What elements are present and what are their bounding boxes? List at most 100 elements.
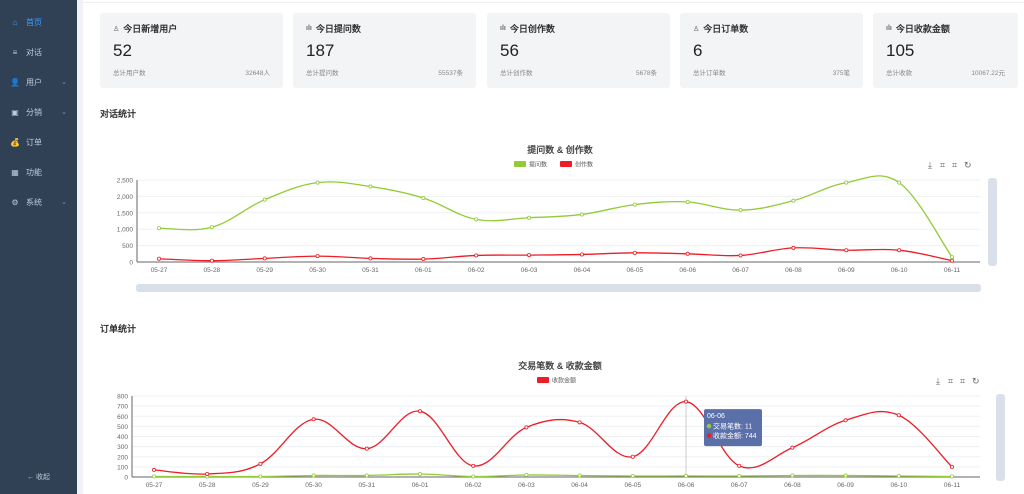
data-point[interactable] bbox=[364, 446, 369, 451]
data-point[interactable] bbox=[527, 215, 532, 220]
data-point[interactable] bbox=[579, 252, 584, 257]
sidebar-item-4[interactable]: 💰 订单 bbox=[0, 128, 77, 156]
data-point[interactable] bbox=[791, 245, 796, 250]
zoom-icon[interactable]: ⌗ bbox=[940, 160, 945, 170]
legend-label[interactable]: 收款金额 bbox=[552, 377, 576, 385]
data-point[interactable] bbox=[791, 198, 796, 203]
data-point[interactable] bbox=[843, 418, 848, 423]
data-point[interactable] bbox=[897, 180, 902, 185]
data-point[interactable] bbox=[685, 251, 690, 256]
data-point[interactable] bbox=[737, 473, 742, 478]
x-tick-label: 05-29 bbox=[252, 482, 269, 489]
restore-icon[interactable]: ↻ bbox=[972, 376, 980, 386]
data-point[interactable] bbox=[737, 463, 742, 468]
data-point[interactable] bbox=[524, 425, 529, 430]
data-point[interactable] bbox=[738, 208, 743, 213]
legend-label[interactable]: 创作数 bbox=[575, 161, 593, 169]
data-point[interactable] bbox=[524, 472, 529, 477]
data-point[interactable] bbox=[738, 253, 743, 258]
data-point[interactable] bbox=[950, 474, 955, 479]
legend-swatch[interactable] bbox=[560, 161, 572, 167]
data-point[interactable] bbox=[844, 180, 849, 185]
data-point[interactable] bbox=[684, 399, 689, 404]
legend-swatch[interactable] bbox=[537, 377, 549, 383]
data-point[interactable] bbox=[630, 473, 635, 478]
collapse-sidebar-button[interactable]: ← 收起 bbox=[0, 472, 77, 482]
tooltip-line: 收款金额: 744 bbox=[713, 431, 757, 440]
download-icon[interactable]: ⤓ bbox=[936, 376, 940, 386]
stat-card: ılı 今日提问数 187 总计提问数 55537条 bbox=[293, 13, 476, 88]
card-footer-label: 总计用户数 bbox=[113, 70, 146, 77]
data-point[interactable] bbox=[157, 226, 162, 231]
data-point[interactable] bbox=[368, 256, 373, 261]
data-point[interactable] bbox=[897, 248, 902, 253]
data-point[interactable] bbox=[896, 473, 901, 478]
data-point[interactable] bbox=[152, 467, 157, 472]
data-point[interactable] bbox=[421, 257, 426, 262]
data-point[interactable] bbox=[311, 473, 316, 478]
data-point[interactable] bbox=[790, 473, 795, 478]
data-point[interactable] bbox=[950, 255, 955, 260]
vertical-datazoom-slider[interactable] bbox=[988, 178, 997, 266]
data-point[interactable] bbox=[262, 256, 267, 261]
y-tick-label: 700 bbox=[117, 404, 128, 411]
card-footer-label: 总计订单数 bbox=[693, 70, 726, 77]
data-point[interactable] bbox=[417, 471, 422, 476]
horizontal-datazoom-slider[interactable] bbox=[136, 284, 981, 292]
data-point[interactable] bbox=[632, 250, 637, 255]
data-point[interactable] bbox=[152, 474, 157, 479]
data-point[interactable] bbox=[209, 258, 214, 263]
data-point[interactable] bbox=[209, 225, 214, 230]
data-point[interactable] bbox=[262, 197, 267, 202]
data-point[interactable] bbox=[577, 420, 582, 425]
restore-icon[interactable]: ↻ bbox=[964, 160, 972, 170]
data-point[interactable] bbox=[421, 196, 426, 201]
sidebar-item-2[interactable]: 👤 用户 ⌄ bbox=[0, 68, 77, 96]
data-point[interactable] bbox=[315, 180, 320, 185]
zoom-reset-icon[interactable]: ⌗ bbox=[952, 160, 957, 170]
chart-title: 交易笔数 & 收款金额 bbox=[518, 360, 602, 371]
data-point[interactable] bbox=[474, 253, 479, 258]
sidebar-item-5[interactable]: ▦ 功能 bbox=[0, 158, 77, 186]
sidebar-item-6[interactable]: ⚙ 系统 ⌄ bbox=[0, 188, 77, 216]
data-point[interactable] bbox=[311, 417, 316, 422]
data-point[interactable] bbox=[685, 199, 690, 204]
data-point[interactable] bbox=[205, 471, 210, 476]
data-point[interactable] bbox=[844, 248, 849, 253]
data-point[interactable] bbox=[950, 258, 955, 263]
sidebar-item-1[interactable]: ≡ 对话 bbox=[0, 38, 77, 66]
data-point[interactable] bbox=[471, 463, 476, 468]
data-point[interactable] bbox=[157, 256, 162, 261]
data-point[interactable] bbox=[950, 464, 955, 469]
data-point[interactable] bbox=[843, 473, 848, 478]
data-point[interactable] bbox=[315, 254, 320, 259]
data-point[interactable] bbox=[258, 474, 263, 479]
x-tick-label: 06-08 bbox=[785, 267, 802, 274]
download-icon[interactable]: ⤓ bbox=[928, 160, 932, 170]
card-footer-value: 32648人 bbox=[245, 70, 270, 77]
zoom-reset-icon[interactable]: ⌗ bbox=[960, 376, 965, 386]
data-point[interactable] bbox=[417, 409, 422, 414]
legend-swatch[interactable] bbox=[514, 161, 526, 167]
data-point[interactable] bbox=[471, 474, 476, 479]
data-point[interactable] bbox=[474, 217, 479, 222]
zoom-icon[interactable]: ⌗ bbox=[948, 376, 953, 386]
card-footer-label: 总计创作数 bbox=[500, 70, 533, 77]
data-point[interactable] bbox=[368, 184, 373, 189]
vertical-datazoom-slider[interactable] bbox=[996, 394, 1005, 481]
x-tick-label: 05-27 bbox=[146, 482, 163, 489]
data-point[interactable] bbox=[896, 413, 901, 418]
sidebar-item-3[interactable]: ▣ 分销 ⌄ bbox=[0, 98, 77, 126]
data-point[interactable] bbox=[577, 473, 582, 478]
y-tick-label: 100 bbox=[117, 464, 128, 471]
data-point[interactable] bbox=[527, 253, 532, 258]
data-point[interactable] bbox=[790, 445, 795, 450]
data-point[interactable] bbox=[364, 473, 369, 478]
legend-label[interactable]: 提问数 bbox=[529, 161, 547, 169]
data-point[interactable] bbox=[579, 212, 584, 217]
data-point[interactable] bbox=[684, 473, 689, 478]
data-point[interactable] bbox=[258, 461, 263, 466]
sidebar-item-0[interactable]: ⌂ 首页 bbox=[0, 8, 77, 36]
data-point[interactable] bbox=[632, 202, 637, 207]
data-point[interactable] bbox=[630, 454, 635, 459]
